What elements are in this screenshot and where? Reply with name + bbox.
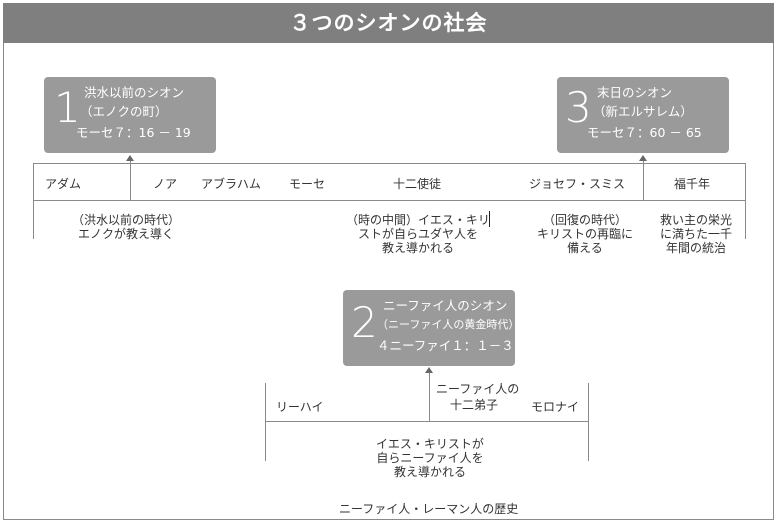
era-label: アブラハム [201, 177, 261, 191]
arrow-up-icon [639, 155, 647, 161]
era-label: アダム [45, 177, 82, 191]
arrow-up-icon [126, 155, 134, 161]
era-description-antediluvian: （洪水以前の時代） エノクが教え導く [71, 213, 180, 241]
timeline-top-lower-line [33, 200, 745, 201]
zion-3-reference: モーセ７：60 － 65 [587, 125, 702, 140]
zion-1-reference: モーセ７：16 － 19 [76, 125, 191, 140]
era-label: モロナイ [531, 400, 580, 414]
timeline-top-divider-3 [643, 160, 644, 200]
zion-2-subtitle: （ニーファイ人の黄金時代） [377, 318, 520, 331]
zion-box-2: 2 ニーファイ人のシオン （ニーファイ人の黄金時代） ４ニーファイ１：１－３ [343, 290, 519, 366]
era-description-restoration: （回復の時代） キリストの再臨に 備える [536, 213, 633, 255]
zion-3-subtitle: （新エルサレム） [593, 104, 693, 119]
era-label: 福千年 [674, 177, 711, 191]
era-description-millennium: 救い主の栄光 に満ちた一千 年間の統治 [659, 213, 732, 255]
era-label: ニーファイ人の [436, 382, 520, 396]
era-label: ジョセフ・スミス [529, 177, 626, 191]
era-label: 十二使徒 [393, 177, 442, 191]
timeline-bottom-lower-line [265, 421, 588, 422]
arrow-up-icon [425, 367, 433, 373]
zion-number-2: 2 [351, 298, 378, 347]
timeline-top-left-edge [33, 163, 34, 239]
page-title: ３つのシオンの社会 [3, 3, 774, 43]
zion-1-name: 洪水以前のシオン [84, 85, 185, 100]
era-label: モーセ [289, 177, 326, 191]
zion-2-reference: ４ニーファイ１：１－３ [377, 338, 514, 353]
zion-3-name: 末日のシオン [597, 85, 673, 100]
bottom-caption: ニーファイ人・レーマン人の歴史 [339, 502, 519, 516]
timeline-top-divider-1 [130, 160, 131, 200]
nephite-era-description: イエス・キリストが 自らニーファイ人を 教え導かれる [376, 437, 484, 479]
era-label: ノア [153, 177, 178, 191]
zion-box-1: 1 洪水以前のシオン （エノクの町） モーセ７：16 － 19 [44, 77, 216, 153]
era-label: 十二弟子 [450, 398, 499, 412]
zion-box-3: 3 末日のシオン （新エルサレム） モーセ７：60 － 65 [557, 77, 729, 153]
timeline-top-upper-line [33, 163, 745, 164]
era-description-meridian: （時の中間）イエス・キリ ストが自らユダヤ人を 教え導かれる [346, 213, 490, 255]
text-cursor [489, 211, 490, 227]
timeline-bottom-left-edge [265, 383, 266, 461]
zion-number-1: 1 [54, 83, 81, 132]
timeline-bottom-right-edge [588, 383, 589, 461]
zion-1-subtitle: （エノクの町） [80, 104, 168, 119]
zion-2-name: ニーファイ人のシオン [383, 298, 508, 313]
era-label: リーハイ [276, 400, 324, 414]
timeline-bottom-divider [429, 373, 430, 421]
timeline-top-right-edge [745, 163, 746, 239]
zion-number-3: 3 [565, 83, 592, 132]
